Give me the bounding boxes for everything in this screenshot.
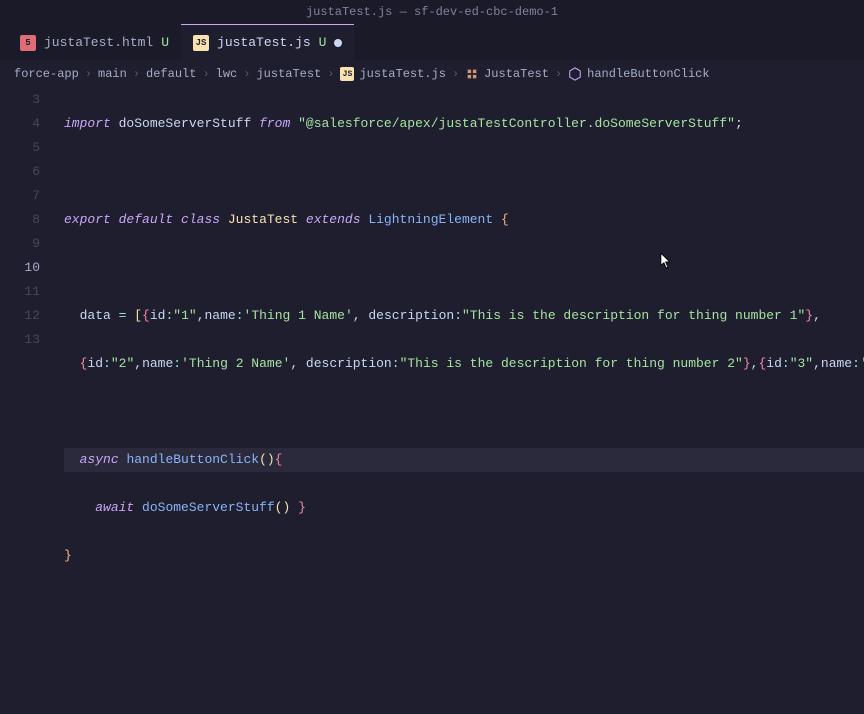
- chevron-right-icon: ›: [452, 67, 459, 81]
- chevron-right-icon: ›: [202, 67, 209, 81]
- line-number[interactable]: 11: [0, 280, 40, 304]
- code-line[interactable]: [64, 160, 864, 184]
- git-status-badge: U: [161, 35, 169, 50]
- line-number[interactable]: 4: [0, 112, 40, 136]
- code-line[interactable]: [64, 400, 864, 424]
- html-file-icon: 5: [20, 35, 36, 51]
- chevron-right-icon: ›: [85, 67, 92, 81]
- line-number[interactable]: 10: [0, 256, 40, 280]
- code-content[interactable]: import doSomeServerStuff from "@salesfor…: [56, 88, 864, 714]
- line-number[interactable]: 8: [0, 208, 40, 232]
- breadcrumb-item-class[interactable]: JustaTest: [465, 67, 549, 81]
- code-line[interactable]: [64, 256, 864, 280]
- code-editor[interactable]: 3 4 5 6 7 8 9 10 11 12 13 import doSomeS…: [0, 88, 864, 714]
- code-line[interactable]: import doSomeServerStuff from "@salesfor…: [64, 112, 864, 136]
- tab-label: justaTest.html: [44, 35, 153, 50]
- breadcrumb-item-justatest-file[interactable]: JS justaTest.js: [340, 67, 445, 81]
- class-symbol-icon: [465, 67, 479, 81]
- code-line[interactable]: export default class JustaTest extends L…: [64, 208, 864, 232]
- tab-justa-test-html[interactable]: 5 justaTest.html U: [8, 24, 181, 60]
- code-line[interactable]: }: [64, 544, 864, 568]
- breadcrumb-item-force-app[interactable]: force-app: [14, 67, 79, 81]
- line-number[interactable]: 3: [0, 88, 40, 112]
- js-file-icon: JS: [193, 35, 209, 51]
- breadcrumb[interactable]: force-app › main › default › lwc › justa…: [0, 60, 864, 88]
- method-symbol-icon: [568, 67, 582, 81]
- code-line[interactable]: {id:"2",name:'Thing 2 Name', description…: [64, 352, 864, 376]
- chevron-right-icon: ›: [243, 67, 250, 81]
- git-status-badge: U: [319, 35, 327, 50]
- line-number[interactable]: 9: [0, 232, 40, 256]
- breadcrumb-item-method[interactable]: handleButtonClick: [568, 67, 709, 81]
- chevron-right-icon: ›: [327, 67, 334, 81]
- line-number[interactable]: 5: [0, 136, 40, 160]
- code-line[interactable]: data = [{id:"1",name:'Thing 1 Name', des…: [64, 304, 864, 328]
- line-number[interactable]: 7: [0, 184, 40, 208]
- breadcrumb-item-lwc[interactable]: lwc: [216, 67, 238, 81]
- editor-tabs: 5 justaTest.html U JS justaTest.js U: [0, 24, 864, 60]
- chevron-right-icon: ›: [555, 67, 562, 81]
- breadcrumb-item-main[interactable]: main: [98, 67, 127, 81]
- tab-dirty-indicator-icon: [334, 39, 342, 47]
- line-number[interactable]: 12: [0, 304, 40, 328]
- line-number-gutter[interactable]: 3 4 5 6 7 8 9 10 11 12 13: [0, 88, 56, 714]
- tab-justa-test-js[interactable]: JS justaTest.js U: [181, 24, 354, 60]
- line-number[interactable]: 6: [0, 160, 40, 184]
- code-line[interactable]: await doSomeServerStuff() }: [64, 496, 864, 520]
- code-line[interactable]: [64, 592, 864, 616]
- tab-label: justaTest.js: [217, 35, 311, 50]
- breadcrumb-item-justatest-folder[interactable]: justaTest: [256, 67, 321, 81]
- code-line[interactable]: async handleButtonClick(){: [64, 448, 864, 472]
- chevron-right-icon: ›: [133, 67, 140, 81]
- breadcrumb-item-default[interactable]: default: [146, 67, 196, 81]
- js-file-icon: JS: [340, 67, 354, 81]
- window-title: justaTest.js — sf-dev-ed-cbc-demo-1: [306, 5, 558, 19]
- line-number[interactable]: 13: [0, 328, 40, 352]
- window-titlebar: justaTest.js — sf-dev-ed-cbc-demo-1: [0, 0, 864, 24]
